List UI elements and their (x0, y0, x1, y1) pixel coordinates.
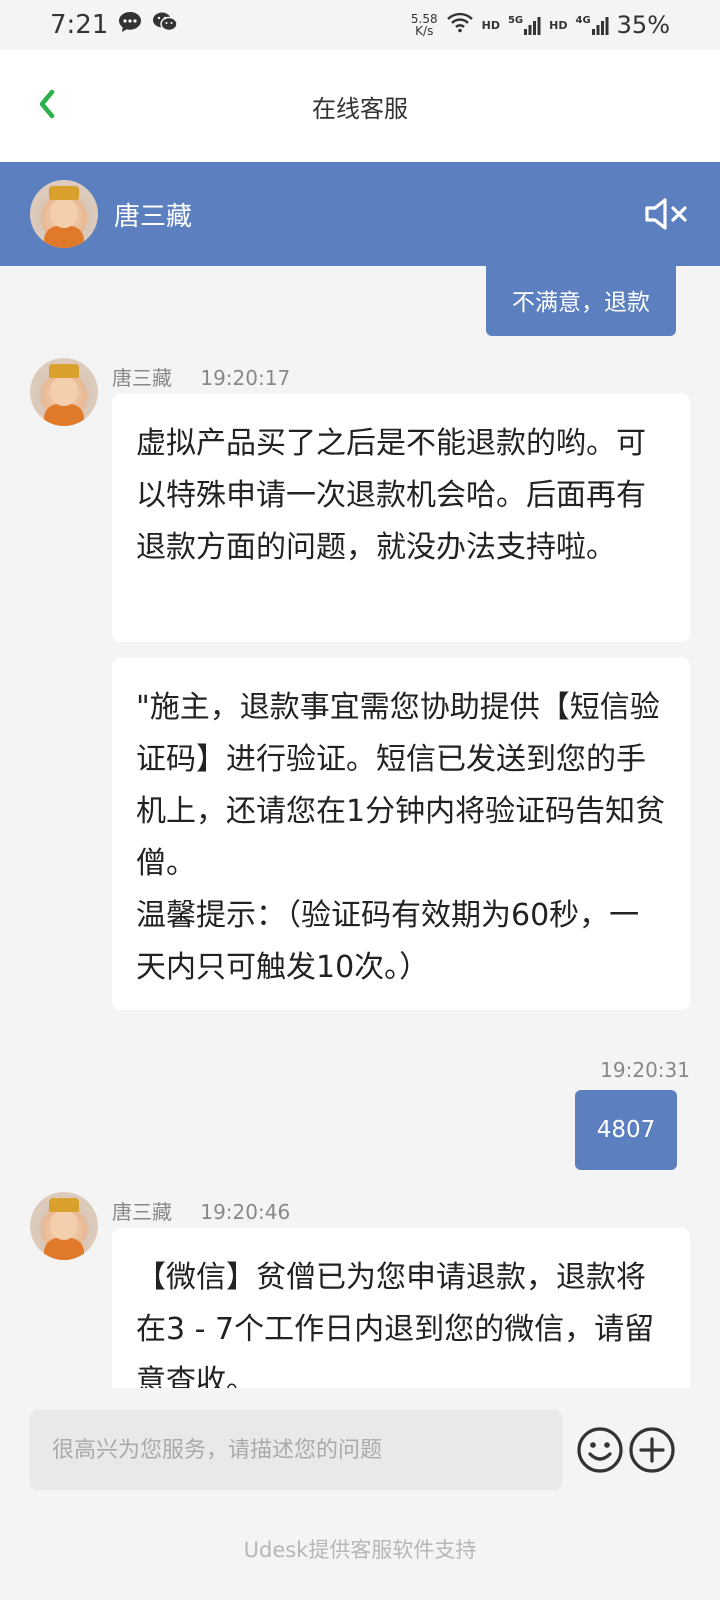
outgoing-message-text: 4807 (596, 1117, 656, 1143)
signal-5g-label: 5G (507, 15, 524, 26)
emoji-button[interactable] (576, 1426, 624, 1474)
smiley-icon (577, 1427, 623, 1473)
chevron-left-icon (39, 89, 55, 119)
outgoing-message[interactable]: 4807 (575, 1090, 677, 1170)
outgoing-message[interactable]: 不满意，退款 (486, 266, 676, 336)
outgoing-message-text: 不满意，退款 (512, 290, 650, 316)
agent-header: 唐三藏 (0, 162, 720, 266)
wechat-notification-icon (152, 10, 179, 40)
message-time: 19:20:31 (600, 1058, 690, 1082)
incoming-message[interactable]: 虚拟产品买了之后是不能退款的哟。可以特殊申请一次退款机会哈。后面再有退款方面的问… (112, 394, 690, 642)
message-notification-icon (118, 10, 142, 40)
message-time: 19:20:46 (200, 1200, 291, 1224)
network-speed: 5.58 K/s (411, 13, 438, 37)
speaker-mute-icon (645, 198, 687, 230)
battery-level: 35% (616, 11, 670, 39)
incoming-message[interactable]: 【微信】贫僧已为您申请退款，退款将在3 - 7个工作日内退到您的微信，请留意查收… (112, 1228, 690, 1388)
hd-indicator-2: HD (549, 18, 568, 32)
agent-avatar[interactable] (30, 1192, 98, 1260)
more-button[interactable] (628, 1426, 676, 1474)
plus-circle-icon (629, 1427, 675, 1473)
back-button[interactable] (30, 82, 70, 130)
incoming-message[interactable]: "施主，退款事宜需您协助提供【短信验证码】进行验证。短信已发送到您的手机上，还请… (112, 658, 690, 1010)
mute-button[interactable] (644, 196, 690, 232)
message-meta: 唐三藏 19:20:46 (112, 1196, 290, 1225)
agent-name: 唐三藏 (114, 201, 193, 232)
agent-avatar[interactable] (30, 358, 98, 426)
signal-5g-icon: 5G (508, 15, 541, 35)
powered-by-text: Udesk提供客服软件支持 (243, 1538, 477, 1562)
signal-4g-icon: 4G (575, 15, 609, 35)
signal-4g-label: 4G (575, 15, 591, 26)
input-area: Udesk提供客服软件支持 (0, 1388, 720, 1600)
chat-area[interactable]: 不满意，退款 唐三藏 19:20:17 虚拟产品买了之后是不能退款的哟。可以特殊… (0, 266, 720, 1388)
message-time: 19:20:17 (200, 366, 291, 390)
net-speed-unit: K/s (415, 24, 434, 38)
hd-indicator-1: HD (481, 18, 500, 32)
status-bar: 7:21 5.58 K/s HD 5G HD 4G 35% (0, 0, 720, 50)
message-meta: 唐三藏 19:20:17 (112, 362, 290, 391)
message-input[interactable] (30, 1410, 562, 1490)
sender-name: 唐三藏 (112, 1200, 172, 1224)
page-title: 在线客服 (312, 94, 408, 123)
status-time: 7:21 (50, 10, 109, 40)
wifi-icon (446, 11, 474, 39)
agent-avatar[interactable] (30, 180, 98, 248)
sender-name: 唐三藏 (112, 366, 172, 390)
nav-bar: 在线客服 (0, 50, 720, 162)
